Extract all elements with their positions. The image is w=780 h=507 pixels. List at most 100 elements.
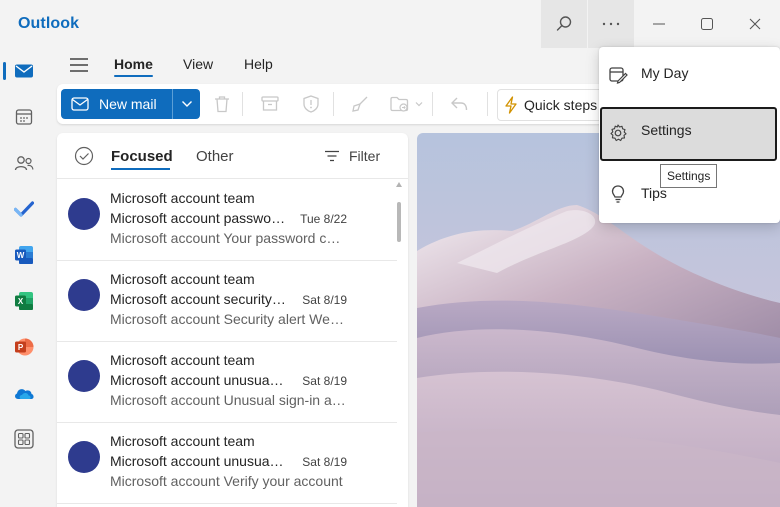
message-date: Sat 8/19 [302,293,347,307]
svg-text:W: W [17,251,25,260]
rail-onedrive[interactable] [0,370,48,416]
rail-todo[interactable] [0,186,48,232]
broom-icon [352,96,368,112]
more-options-button[interactable] [588,0,634,48]
filter-icon [325,150,339,162]
apps-icon [14,429,34,449]
avatar [68,279,100,311]
message-list: Focused Other Filter Microsoft account t… [57,133,408,507]
my-day-icon [609,67,628,84]
select-all-button[interactable] [74,146,94,166]
move-to-button[interactable] [390,94,410,114]
message-preview: Microsoft account Security alert We noti… [110,311,346,327]
todo-icon [14,201,34,217]
message-preview: Microsoft account Verify your account [110,473,343,489]
new-mail-label: New mail [99,96,157,112]
message-item[interactable]: Microsoft account team Microsoft account… [57,423,397,504]
rail-mail[interactable] [0,48,48,94]
tab-focused-indicator [111,168,170,170]
rail-excel[interactable]: X [0,278,48,324]
lightning-icon [505,96,517,114]
close-icon [749,18,761,30]
hamburger-menu-button[interactable] [69,57,89,73]
archive-button[interactable] [260,94,280,114]
hamburger-icon [70,58,88,72]
more-options-menu: My Day Settings Tips [599,47,780,223]
svg-text:P: P [18,343,24,352]
tab-other[interactable]: Other [196,148,234,165]
trash-icon [215,96,229,113]
message-sender: Microsoft account team [110,433,255,449]
message-list-header: Focused Other Filter [57,133,408,179]
message-sender: Microsoft account team [110,352,255,368]
tab-focused[interactable]: Focused [111,148,173,165]
message-item[interactable]: Microsoft account team Microsoft account… [57,261,397,342]
filter-button[interactable]: Filter [324,148,380,164]
maximize-icon [701,18,713,30]
excel-icon: X [15,292,33,310]
message-subject: Microsoft account password change [110,210,286,226]
search-button[interactable] [541,0,587,48]
filter-label: Filter [349,148,381,164]
active-indicator [3,62,6,80]
divider [333,92,334,116]
shield-icon [303,95,319,113]
maximize-button[interactable] [684,0,730,48]
message-subject: Microsoft account security info [110,291,286,307]
message-item[interactable]: Microsoft account team Microsoft account… [57,180,397,261]
folder-move-icon [390,96,409,112]
divider [432,92,433,116]
sweep-button[interactable] [350,94,370,114]
message-subject: Microsoft account unusual sign-in [110,453,286,469]
menu-item-label: Settings [641,122,692,138]
avatar [68,360,100,392]
svg-text:X: X [18,297,24,306]
app-title: Outlook [18,15,80,32]
rail-apps[interactable] [0,416,48,462]
menu-item-settings[interactable]: Settings [600,107,777,161]
rail-people[interactable] [0,140,48,186]
divider [242,92,243,116]
minimize-button[interactable] [636,0,682,48]
people-icon [14,156,34,171]
close-button[interactable] [732,0,778,48]
gear-icon [610,124,627,142]
new-mail-button[interactable]: New mail [61,89,172,119]
onedrive-icon [15,389,34,399]
avatar [68,198,100,230]
new-mail-dropdown-button[interactable] [172,89,200,119]
scrollbar-thumb[interactable] [397,202,401,242]
title-bar: Outlook [0,0,780,48]
move-to-dropdown[interactable] [413,94,425,114]
menu-item-my-day[interactable]: My Day [599,47,780,103]
message-date: Tue 8/22 [300,212,347,226]
lightbulb-icon [611,185,625,203]
tab-home[interactable]: Home [114,56,153,72]
message-preview: Microsoft account Unusual sign-in activi… [110,392,346,408]
chevron-down-icon [415,102,423,107]
rail-word[interactable]: W [0,232,48,278]
divider [487,92,488,116]
rail-powerpoint[interactable]: P [0,324,48,370]
report-button[interactable] [301,94,321,114]
minimize-icon [653,23,665,25]
tab-view[interactable]: View [183,56,213,72]
delete-button[interactable] [212,94,232,114]
word-icon: W [15,246,33,264]
chevron-down-icon [181,101,192,107]
message-date: Sat 8/19 [302,455,347,469]
message-sender: Microsoft account team [110,190,255,206]
powerpoint-icon: P [15,338,34,356]
scroll-up-arrow[interactable] [396,182,402,187]
message-preview: Microsoft account Your password changed [110,230,346,246]
quick-steps-label: Quick steps [524,97,598,113]
message-list-scrollbar[interactable] [393,180,405,507]
calendar-icon [15,109,33,125]
search-icon [556,16,572,31]
message-item[interactable]: Microsoft account team Microsoft account… [57,342,397,423]
reply-button[interactable] [449,94,469,114]
menu-item-label: My Day [641,65,689,81]
rail-calendar[interactable] [0,94,48,140]
tab-help[interactable]: Help [244,56,273,72]
message-sender: Microsoft account team [110,271,255,287]
